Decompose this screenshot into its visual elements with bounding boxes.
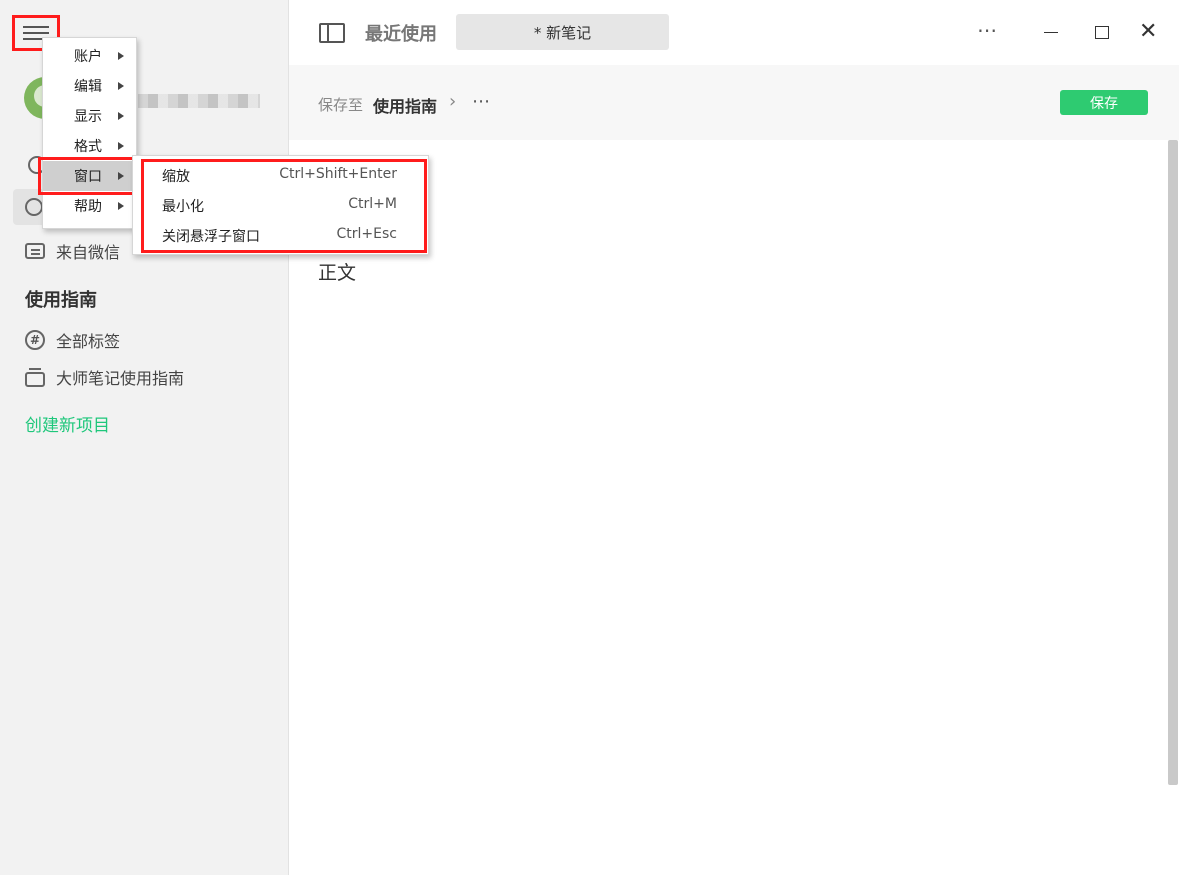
save-button[interactable]: 保存 xyxy=(1060,90,1148,115)
submenu-arrow-icon xyxy=(118,172,124,180)
title-bar: 最近使用 * 新笔记 ⋯ ✕ xyxy=(289,0,1179,65)
shortcut-label: Ctrl+Esc xyxy=(336,226,397,242)
sidebar-item-guide-notebook[interactable]: 大师笔记使用指南 xyxy=(25,365,184,389)
submenu-arrow-icon xyxy=(118,112,124,120)
window-submenu: 缩放 Ctrl+Shift+Enter 最小化 Ctrl+M 关闭悬浮子窗口 C… xyxy=(132,155,429,255)
note-body-text[interactable]: 正文 xyxy=(318,258,356,285)
submenu-item-zoom[interactable]: 缩放 Ctrl+Shift+Enter xyxy=(133,161,428,191)
menu-item-label: 显示 xyxy=(74,109,102,125)
menu-item-window[interactable]: 窗口 xyxy=(43,161,136,191)
submenu-arrow-icon xyxy=(118,142,124,150)
menu-item-account[interactable]: 账户 xyxy=(43,41,136,71)
sidebar-item-label: 大师笔记使用指南 xyxy=(56,369,185,388)
menu-item-label: 编辑 xyxy=(74,79,102,95)
notebook-icon xyxy=(25,367,45,387)
sidebar-item-all-tags[interactable]: # 全部标签 xyxy=(25,328,120,352)
maximize-icon[interactable] xyxy=(1095,26,1109,39)
submenu-item-label: 关闭悬浮子窗口 xyxy=(162,229,260,245)
menu-item-label: 账户 xyxy=(74,49,102,65)
toggle-sidebar-icon[interactable] xyxy=(319,23,345,43)
save-to-label: 保存至 xyxy=(318,96,364,114)
close-icon[interactable]: ✕ xyxy=(1139,18,1157,46)
more-icon[interactable]: ⋯ xyxy=(472,91,490,112)
menu-item-label: 窗口 xyxy=(74,169,102,185)
menu-item-format[interactable]: 格式 xyxy=(43,131,136,161)
shortcut-label: Ctrl+M xyxy=(348,196,397,212)
page-title: 最近使用 xyxy=(365,24,437,45)
submenu-item-label: 缩放 xyxy=(162,169,190,185)
create-project-link[interactable]: 创建新项目 xyxy=(25,411,110,436)
hash-icon: # xyxy=(25,330,45,350)
chevron-right-icon[interactable]: › xyxy=(449,91,456,112)
submenu-arrow-icon xyxy=(118,52,124,60)
submenu-item-close-floating[interactable]: 关闭悬浮子窗口 Ctrl+Esc xyxy=(133,221,428,251)
main-menu: 账户 编辑 显示 格式 窗口 帮助 xyxy=(42,37,137,229)
chat-icon xyxy=(25,243,45,259)
submenu-item-minimize[interactable]: 最小化 Ctrl+M xyxy=(133,191,428,221)
more-icon[interactable]: ⋯ xyxy=(977,18,998,42)
breadcrumb: 保存至 使用指南 › ⋯ 保存 xyxy=(289,65,1179,140)
submenu-arrow-icon xyxy=(118,82,124,90)
sidebar-item-label: 来自微信 xyxy=(56,243,121,262)
tab-new-note[interactable]: * 新笔记 xyxy=(456,14,669,50)
scroll-thumb[interactable] xyxy=(1168,140,1178,785)
section-title: 使用指南 xyxy=(25,290,97,311)
submenu-arrow-icon xyxy=(118,202,124,210)
scrollbar[interactable] xyxy=(1167,140,1179,875)
submenu-item-label: 最小化 xyxy=(162,199,204,215)
sidebar-item-label: 全部标签 xyxy=(56,332,121,351)
minimize-icon[interactable] xyxy=(1044,32,1058,33)
shortcut-label: Ctrl+Shift+Enter xyxy=(279,166,397,182)
clock-icon xyxy=(25,198,43,216)
menu-item-label: 格式 xyxy=(74,139,102,155)
username-blurred xyxy=(138,94,260,108)
sidebar-item-wechat[interactable]: 来自微信 xyxy=(25,239,120,263)
notebook-selector[interactable]: 使用指南 xyxy=(373,93,437,117)
menu-item-edit[interactable]: 编辑 xyxy=(43,71,136,101)
menu-item-label: 帮助 xyxy=(74,199,102,215)
menu-item-view[interactable]: 显示 xyxy=(43,101,136,131)
menu-item-help[interactable]: 帮助 xyxy=(43,191,136,221)
